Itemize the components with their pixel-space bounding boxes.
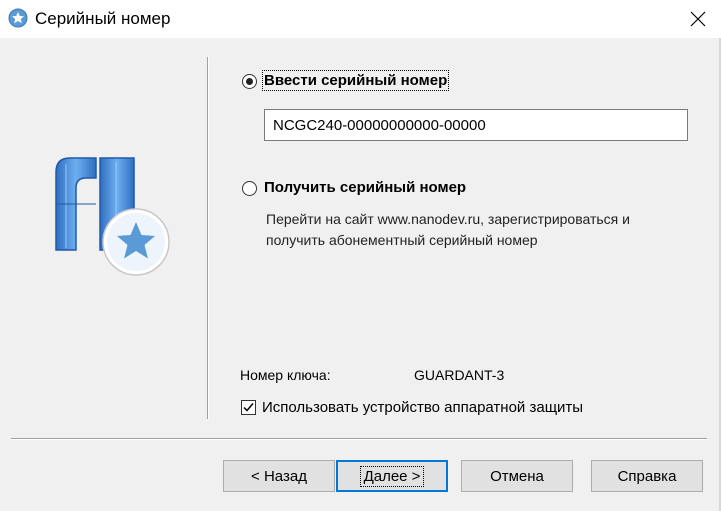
back-button-label: < Назад (251, 467, 307, 485)
horizontal-separator (11, 438, 707, 440)
next-button-label: Далее > (359, 465, 425, 487)
hardware-protection-label[interactable]: Использовать устройство аппаратной защит… (262, 399, 583, 416)
app-star-icon (8, 8, 28, 28)
close-button[interactable] (675, 0, 721, 38)
close-icon (690, 11, 706, 27)
get-serial-label[interactable]: Получить серийный номер (264, 179, 466, 196)
window-title: Серийный номер (35, 9, 171, 28)
cancel-button-label: Отмена (490, 467, 544, 485)
enter-serial-label[interactable]: Ввести серийный номер (261, 70, 450, 91)
title-bar: Серийный номер (0, 0, 721, 38)
next-button[interactable]: Далее > (336, 460, 448, 492)
key-number-label: Номер ключа: (240, 367, 331, 383)
help-button-label: Справка (617, 467, 677, 485)
get-serial-description: Перейти на сайт www.nanodev.ru, зарегист… (266, 211, 630, 248)
back-button[interactable]: < Назад (223, 460, 335, 492)
checkmark-icon (243, 403, 254, 412)
enter-serial-radio[interactable] (242, 74, 257, 89)
nanocad-logo-icon (55, 157, 170, 276)
cancel-button[interactable]: Отмена (461, 460, 573, 492)
vertical-separator (207, 57, 209, 419)
get-serial-radio[interactable] (242, 181, 257, 196)
help-button[interactable]: Справка (591, 460, 703, 492)
key-number-value: GUARDANT-3 (414, 367, 505, 383)
serial-number-input[interactable] (264, 109, 688, 141)
hardware-protection-checkbox[interactable] (241, 400, 256, 415)
